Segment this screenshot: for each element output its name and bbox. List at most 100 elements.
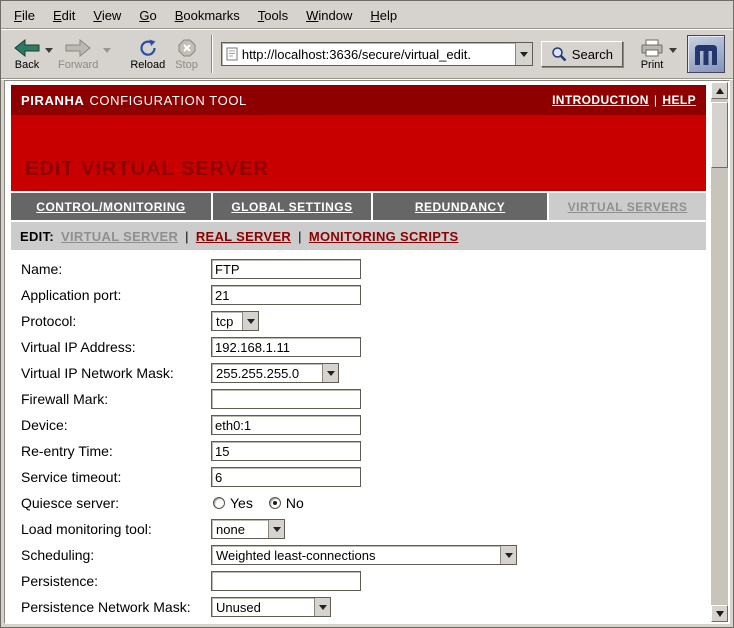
menu-edit[interactable]: Edit [44, 3, 84, 28]
vip-netmask-select[interactable]: 255.255.255.0 [211, 363, 339, 383]
scrollbar-track[interactable] [711, 82, 728, 622]
stop-icon [178, 39, 196, 57]
field-label: Scheduling: [11, 547, 211, 563]
row-name: Name: [11, 256, 706, 282]
row-device: Device: [11, 412, 706, 438]
link-real-server[interactable]: REAL SERVER [196, 229, 291, 244]
tab-redundancy[interactable]: REDUNDANCY [373, 193, 547, 220]
back-button[interactable]: Back [9, 36, 45, 72]
persistence-netmask-select[interactable]: Unused [211, 597, 331, 617]
tab-global-settings[interactable]: GLOBAL SETTINGS [213, 193, 371, 220]
header-link-separator: | [654, 93, 658, 107]
tab-control-monitoring[interactable]: CONTROL/MONITORING [11, 193, 211, 220]
scheduling-select[interactable]: Weighted least-connections [211, 545, 517, 565]
device-input[interactable] [211, 415, 361, 435]
chevron-down-icon[interactable] [314, 598, 330, 616]
field-label: Load monitoring tool: [11, 521, 211, 537]
stop-button[interactable]: Stop [170, 36, 203, 72]
field-label: Device: [11, 417, 211, 433]
protocol-select[interactable]: tcp [211, 311, 259, 331]
link-introduction[interactable]: INTRODUCTION [552, 93, 649, 107]
print-icon [640, 39, 664, 57]
field-label: Persistence: [11, 573, 211, 589]
scrollbar-down-button[interactable] [711, 605, 728, 622]
field-label: Re-entry Time: [11, 443, 211, 459]
back-history-dropdown[interactable] [45, 48, 53, 53]
persistence-input[interactable] [211, 571, 361, 591]
field-label: Application port: [11, 287, 211, 303]
menu-window[interactable]: Window [297, 3, 361, 28]
radio-no[interactable] [269, 497, 281, 509]
tab-strip: CONTROL/MONITORING GLOBAL SETTINGS REDUN… [11, 193, 706, 220]
virtual-server-form: Name: Application port: Protocol: tcp Vi… [11, 250, 706, 620]
menu-go[interactable]: Go [130, 3, 165, 28]
virtual-ip-input[interactable] [211, 337, 361, 357]
menu-tools[interactable]: Tools [249, 3, 297, 28]
service-timeout-input[interactable] [211, 467, 361, 487]
reload-label: Reload [130, 59, 165, 71]
subnav-prefix: EDIT: [20, 229, 54, 244]
menu-help[interactable]: Help [361, 3, 406, 28]
quiesce-radio-group: Yes No [211, 495, 304, 511]
link-monitoring-scripts[interactable]: MONITORING SCRIPTS [309, 229, 459, 244]
forward-label: Forward [58, 59, 98, 71]
page-proxy-icon[interactable] [226, 47, 238, 61]
page-title: EDIT VIRTUAL SERVER [25, 158, 269, 181]
forward-button[interactable]: Forward [53, 36, 103, 72]
forward-history-dropdown[interactable] [103, 48, 111, 53]
url-dropdown-button[interactable] [515, 43, 532, 65]
menu-bar: File Edit View Go Bookmarks Tools Window… [1, 2, 733, 29]
name-input[interactable] [211, 259, 361, 279]
load-monitoring-select[interactable]: none [211, 519, 285, 539]
row-vip-netmask: Virtual IP Network Mask: 255.255.255.0 [11, 360, 706, 386]
piranha-page: PIRANHACONFIGURATION TOOL INTRODUCTION |… [6, 82, 711, 622]
row-firewall-mark: Firewall Mark: [11, 386, 706, 412]
print-button[interactable]: Print [635, 36, 669, 72]
stop-label: Stop [175, 59, 198, 71]
radio-yes[interactable] [213, 497, 225, 509]
row-quiesce-server: Quiesce server: Yes No [11, 490, 706, 516]
field-label: Persistence Network Mask: [11, 599, 211, 615]
content-viewport: PIRANHACONFIGURATION TOOL INTRODUCTION |… [4, 80, 730, 624]
page-banner: EDIT VIRTUAL SERVER [11, 115, 706, 191]
field-label: Protocol: [11, 313, 211, 329]
navigation-toolbar: Back Forward Reload [1, 30, 733, 79]
row-persistence-netmask: Persistence Network Mask: Unused [11, 594, 706, 620]
scrollbar-up-button[interactable] [711, 82, 728, 99]
menu-bookmarks[interactable]: Bookmarks [166, 3, 249, 28]
subnav-separator: | [298, 229, 302, 244]
menu-view[interactable]: View [84, 3, 130, 28]
chevron-down-icon[interactable] [242, 312, 258, 330]
chevron-down-icon[interactable] [500, 546, 516, 564]
row-persistence: Persistence: [11, 568, 706, 594]
row-service-timeout: Service timeout: [11, 464, 706, 490]
row-scheduling: Scheduling: Weighted least-connections [11, 542, 706, 568]
tab-virtual-servers[interactable]: VIRTUAL SERVERS [549, 193, 706, 220]
mozilla-logo[interactable] [687, 35, 725, 73]
radio-option-no[interactable]: No [269, 495, 304, 511]
row-virtual-ip: Virtual IP Address: [11, 334, 706, 360]
search-icon [551, 46, 567, 62]
print-dropdown[interactable] [669, 48, 677, 53]
link-help[interactable]: HELP [662, 93, 696, 107]
scrollbar-thumb[interactable] [711, 102, 728, 168]
field-label: Service timeout: [11, 469, 211, 485]
reload-button[interactable]: Reload [125, 36, 170, 72]
firewall-mark-input[interactable] [211, 389, 361, 409]
row-reentry-time: Re-entry Time: [11, 438, 706, 464]
field-label: Virtual IP Address: [11, 339, 211, 355]
radio-option-yes[interactable]: Yes [213, 495, 253, 511]
piranha-header-bar: PIRANHACONFIGURATION TOOL INTRODUCTION |… [11, 85, 706, 115]
search-button[interactable]: Search [541, 41, 623, 67]
application-port-input[interactable] [211, 285, 361, 305]
subnav-separator: | [185, 229, 189, 244]
menu-file[interactable]: File [5, 3, 44, 28]
toolbar-separator [211, 35, 213, 73]
chevron-down-icon[interactable] [322, 364, 338, 382]
field-label: Quiesce server: [11, 495, 211, 511]
url-input[interactable] [242, 43, 515, 65]
reentry-time-input[interactable] [211, 441, 361, 461]
chevron-down-icon[interactable] [268, 520, 284, 538]
print-label: Print [641, 59, 664, 71]
radio-no-label: No [286, 495, 304, 511]
